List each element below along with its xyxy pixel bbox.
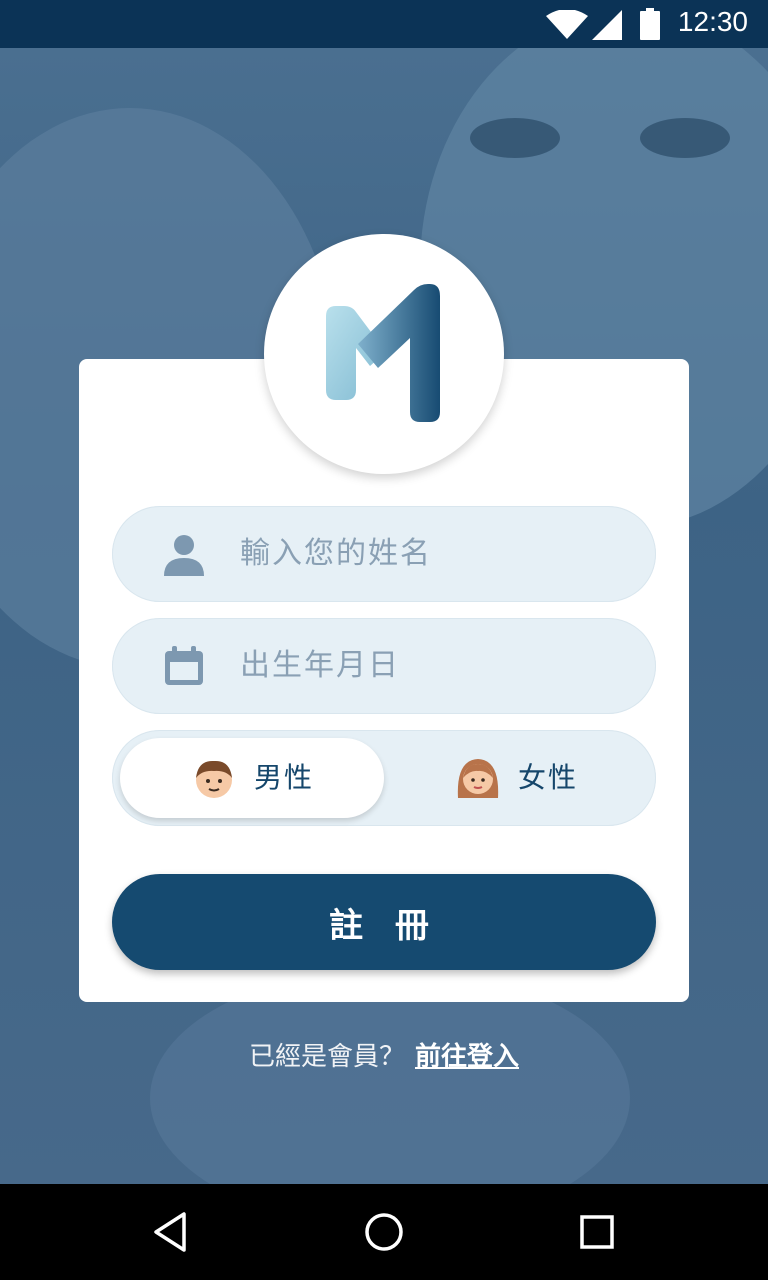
person-icon [164,535,204,576]
gender-toggle: 男性 女性 [112,730,656,826]
battery-icon [640,8,660,40]
register-button[interactable]: 註 冊 [112,874,656,970]
gender-male-label: 男性 [254,761,315,794]
gender-male-option[interactable]: 男性 [120,738,384,818]
gender-female-label: 女性 [518,761,579,794]
login-prompt: 已經是會員？ 前往登入 [0,1036,768,1073]
login-link[interactable]: 前往登入 [415,1042,519,1072]
name-field[interactable]: 輸入您的姓名 [112,506,656,602]
boy-face-icon [196,760,232,798]
status-time: 12:30 [677,6,748,37]
wifi-icon [546,10,588,39]
back-icon[interactable] [148,1208,196,1256]
birthday-placeholder: 出生年月日 [240,648,400,683]
recents-icon[interactable] [573,1208,621,1256]
home-icon[interactable] [360,1208,408,1256]
app-logo [264,234,504,474]
cell-signal-icon [592,10,622,40]
name-placeholder: 輸入您的姓名 [240,536,432,571]
member-question: 已經是會員？ [248,1042,405,1072]
status-bar: 12:30 [0,0,768,48]
gender-female-option[interactable]: 女性 [384,738,648,818]
calendar-icon [165,646,203,685]
logo-m-icon [326,284,440,422]
birthday-field[interactable]: 出生年月日 [112,618,656,714]
navigation-bar [0,1184,768,1280]
girl-face-icon [457,759,499,798]
